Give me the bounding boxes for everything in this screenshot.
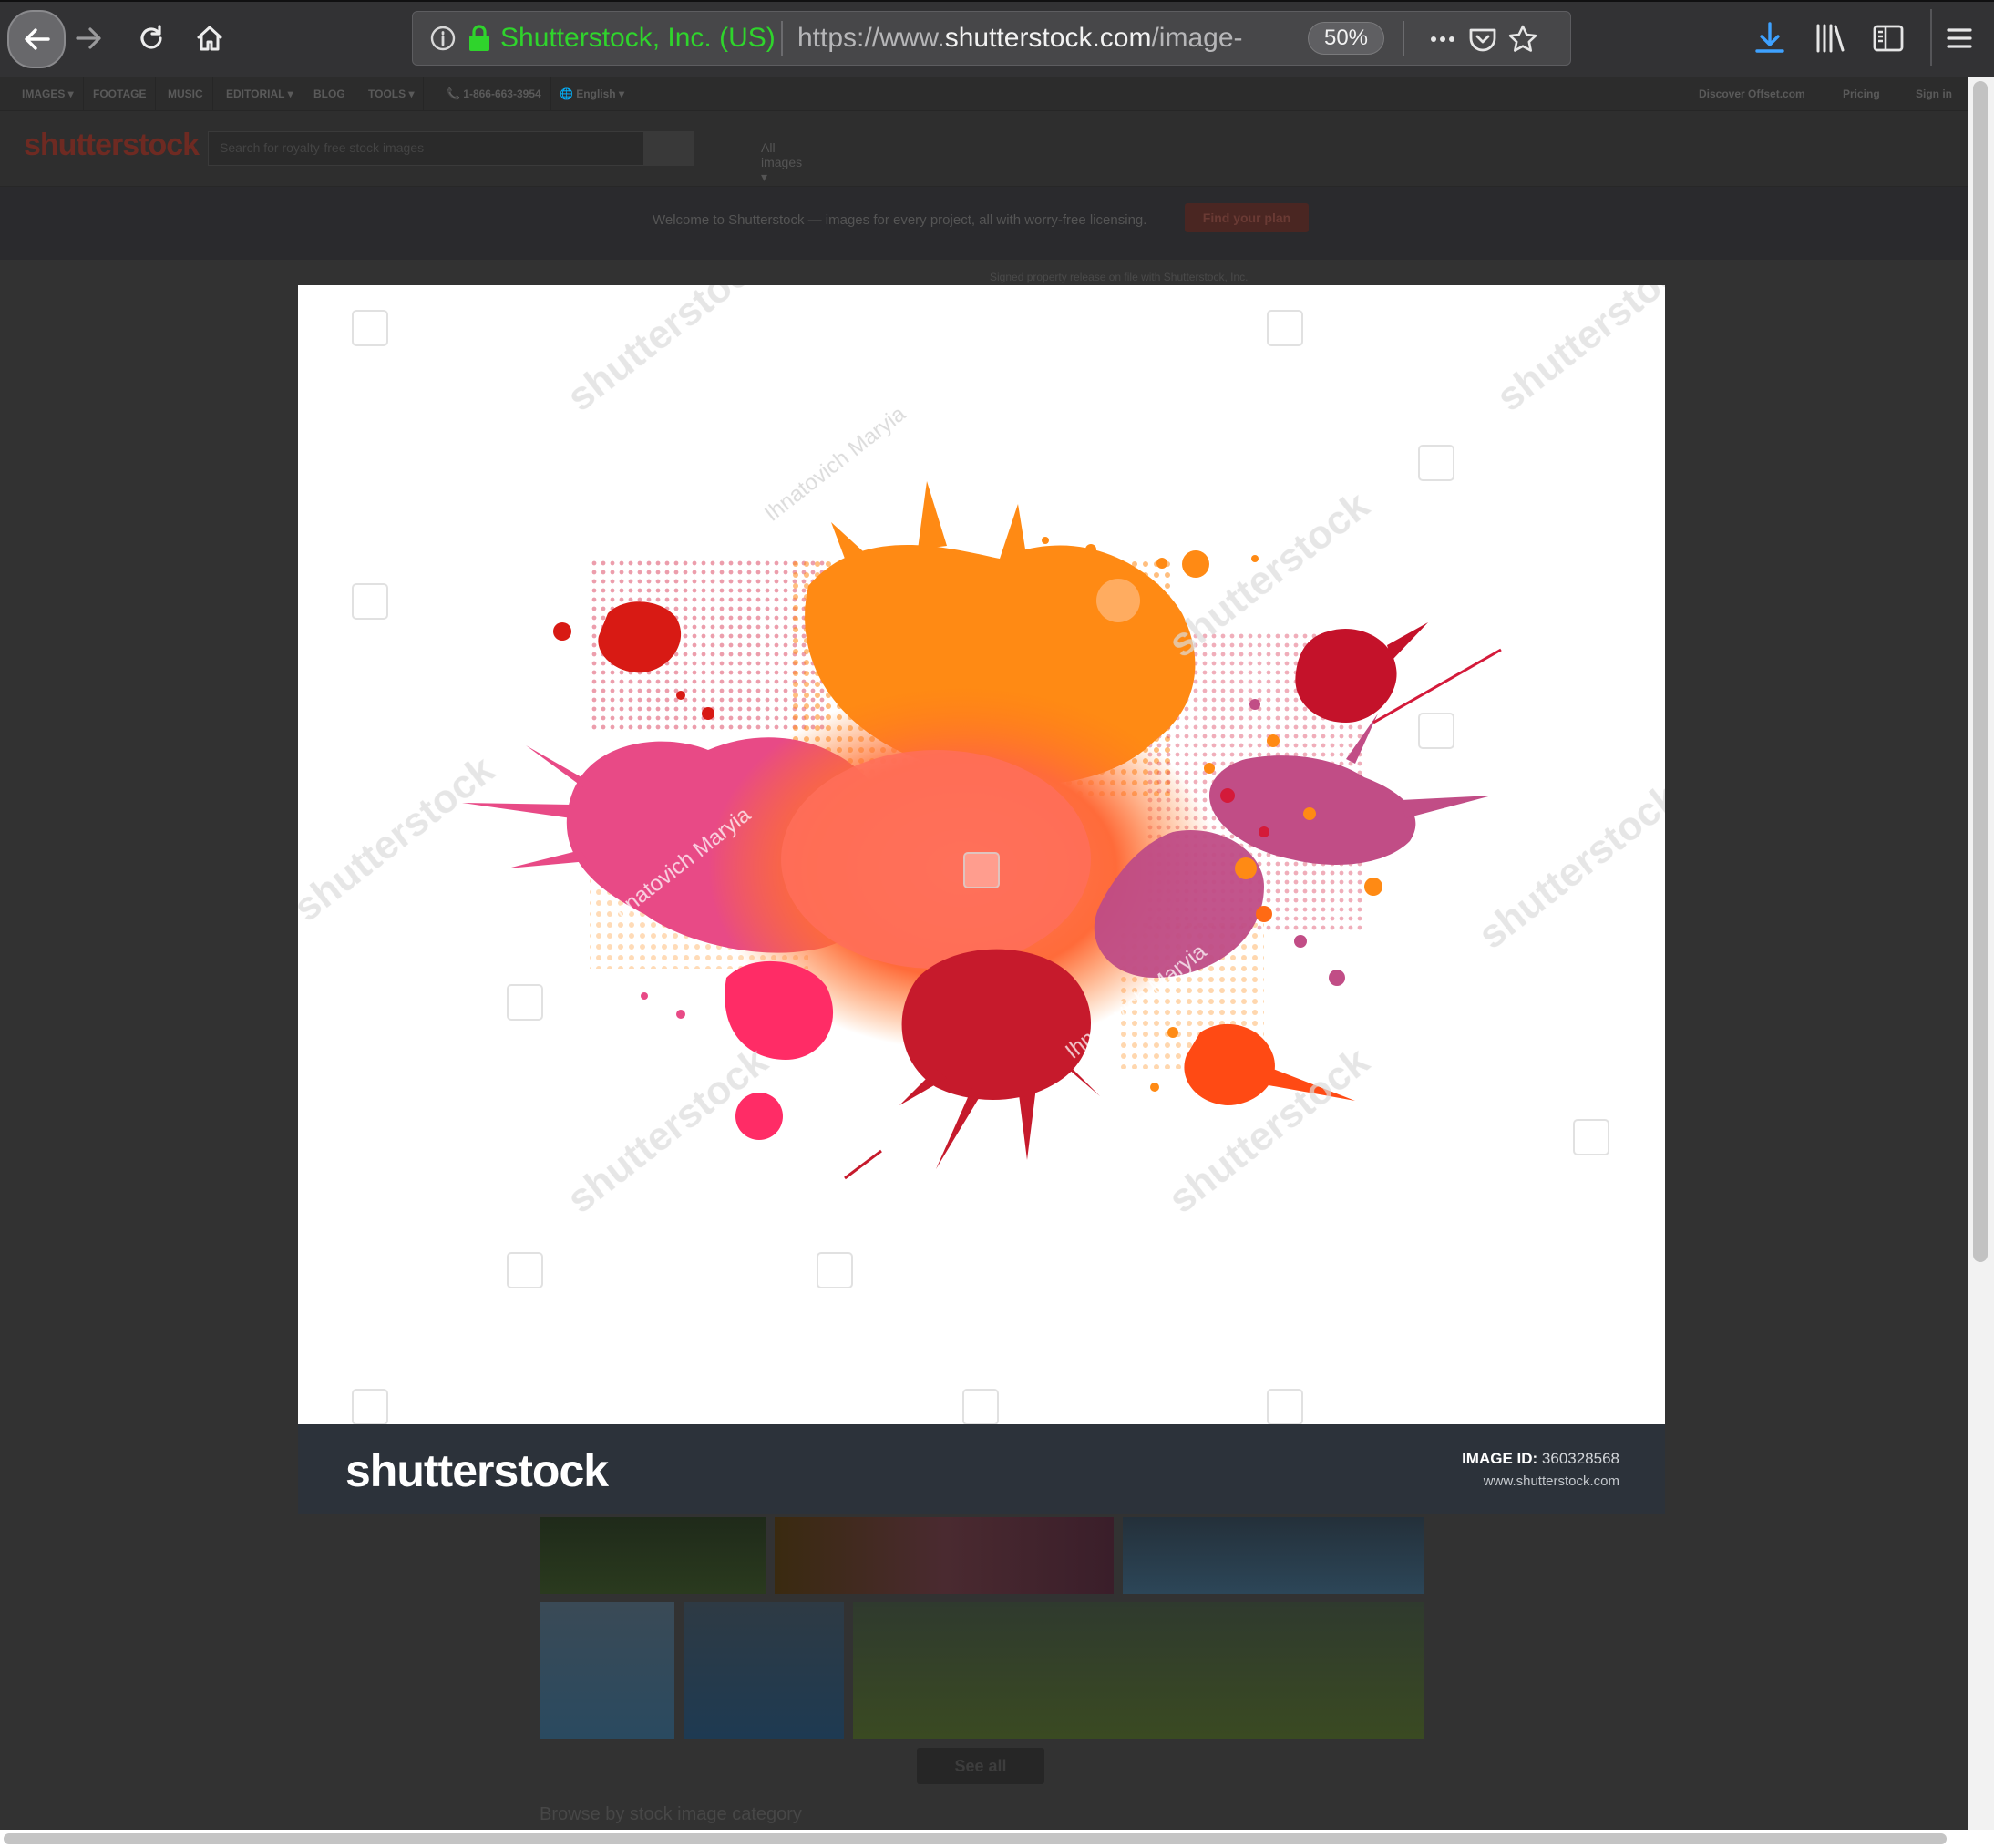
site-logo[interactable]: shutterstock bbox=[24, 128, 200, 163]
nav-tools[interactable]: TOOLS ▾ bbox=[359, 77, 425, 110]
forward-button[interactable] bbox=[64, 13, 115, 64]
search-category-select[interactable]: All images ▾ bbox=[761, 140, 802, 185]
nav-editorial[interactable]: EDITORIAL ▾ bbox=[217, 77, 303, 110]
nav-images[interactable]: IMAGES ▾ bbox=[13, 77, 84, 110]
site-header: shutterstock Search for royalty-free sto… bbox=[0, 111, 1968, 187]
url-separator bbox=[781, 21, 783, 56]
lock-icon[interactable] bbox=[468, 25, 491, 52]
welcome-banner: Welcome to Shutterstock — images for eve… bbox=[0, 187, 1968, 260]
paint-splash-artwork: shutterstock shutterstock shutterstock s… bbox=[298, 285, 1665, 1424]
nav-sign-in[interactable]: Sign in bbox=[1916, 77, 1952, 110]
release-note: Signed property release on file with Shu… bbox=[990, 271, 1249, 283]
bookmark-star-icon bbox=[1508, 25, 1537, 52]
downloads-button[interactable] bbox=[1752, 20, 1788, 56]
toolbar-separator bbox=[1930, 9, 1932, 66]
nav-offset[interactable]: Discover Offset.com bbox=[1699, 77, 1805, 110]
forward-arrow-icon bbox=[76, 27, 101, 49]
menu-button[interactable] bbox=[1941, 20, 1978, 56]
reload-button[interactable] bbox=[126, 13, 177, 64]
back-button[interactable] bbox=[7, 10, 66, 68]
image-id-value: 360328568 bbox=[1541, 1450, 1619, 1467]
image-id: IMAGE ID: 360328568 bbox=[1462, 1450, 1619, 1468]
thumbnail-image[interactable] bbox=[540, 1602, 674, 1739]
image-id-label: IMAGE ID: bbox=[1462, 1450, 1538, 1467]
url-bar[interactable]: Shutterstock, Inc. (US) https://www.shut… bbox=[412, 11, 1571, 66]
nav-blog[interactable]: BLOG bbox=[304, 77, 355, 110]
thumbnail-image[interactable] bbox=[853, 1602, 1424, 1739]
nav-language[interactable]: 🌐 English ▾ bbox=[550, 77, 633, 110]
nav-phone: 📞 1-866-663-3954 bbox=[437, 77, 551, 110]
search-input[interactable]: Search for royalty-free stock images All… bbox=[208, 131, 802, 184]
page-actions-button[interactable] bbox=[1426, 23, 1459, 56]
bookmark-button[interactable] bbox=[1506, 23, 1539, 56]
watermark-author: Ihnatovich Maryia bbox=[760, 401, 910, 526]
thumbnail-image[interactable] bbox=[540, 1517, 766, 1594]
footer-url: www.shutterstock.com bbox=[1483, 1473, 1619, 1489]
horizontal-scrollbar[interactable] bbox=[0, 1830, 1994, 1848]
url-separator bbox=[1403, 21, 1404, 56]
horizontal-scrollbar-thumb[interactable] bbox=[4, 1833, 1947, 1844]
info-icon[interactable] bbox=[429, 25, 457, 52]
preview-image[interactable]: shutterstock shutterstock shutterstock s… bbox=[298, 285, 1665, 1424]
nav-music[interactable]: MUSIC bbox=[159, 77, 213, 110]
nav-pricing[interactable]: Pricing bbox=[1843, 77, 1880, 110]
search-button[interactable] bbox=[643, 131, 694, 166]
thumbnail-image[interactable] bbox=[684, 1602, 844, 1739]
home-icon bbox=[197, 26, 222, 51]
search-placeholder: Search for royalty-free stock images bbox=[220, 140, 425, 155]
tab-strip-edge bbox=[0, 0, 1994, 2]
footer-logo: shutterstock bbox=[345, 1445, 609, 1496]
library-button[interactable] bbox=[1812, 20, 1848, 56]
home-button[interactable] bbox=[184, 13, 235, 64]
browse-category-heading: Browse by stock image category bbox=[540, 1804, 802, 1824]
library-icon bbox=[1816, 24, 1845, 53]
vertical-scrollbar-thumb[interactable] bbox=[1973, 81, 1988, 1262]
thumbnail-image[interactable] bbox=[1123, 1517, 1424, 1594]
pocket-icon bbox=[1469, 28, 1496, 52]
nav-footage[interactable]: FOOTAGE bbox=[84, 77, 157, 110]
preview-footer: shutterstock IMAGE ID: 360328568 www.shu… bbox=[298, 1424, 1665, 1514]
menu-icon bbox=[1947, 28, 1972, 48]
watermark-brand: shutterstock bbox=[1470, 774, 1665, 958]
browser-toolbar: Shutterstock, Inc. (US) https://www.shut… bbox=[0, 0, 1994, 77]
find-plan-button[interactable]: Find your plan bbox=[1185, 203, 1309, 232]
watermark-brand: shutterstock bbox=[1488, 285, 1665, 420]
zoom-level-badge[interactable]: 50% bbox=[1308, 22, 1384, 55]
site-identity[interactable]: Shutterstock, Inc. (US) bbox=[500, 23, 776, 54]
sidebar-icon bbox=[1873, 25, 1904, 52]
thumbnail-image[interactable] bbox=[775, 1517, 1114, 1594]
see-all-button[interactable]: See all bbox=[917, 1748, 1044, 1784]
sidebar-button[interactable] bbox=[1870, 20, 1907, 56]
pocket-button[interactable] bbox=[1466, 23, 1499, 56]
url-text[interactable]: https://www.shutterstock.com/image- bbox=[797, 23, 1271, 54]
vertical-scrollbar[interactable] bbox=[1968, 77, 1994, 1830]
watermark-brand: shutterstock bbox=[559, 285, 776, 420]
reload-icon bbox=[140, 25, 162, 49]
image-preview-lightbox: shutterstock shutterstock shutterstock s… bbox=[298, 285, 1665, 1514]
banner-text: Welcome to Shutterstock — images for eve… bbox=[653, 212, 1147, 228]
back-arrow-icon bbox=[25, 28, 50, 50]
watermark-brand: shutterstock bbox=[298, 746, 503, 930]
site-top-nav: IMAGES ▾ FOOTAGE MUSIC EDITORIAL ▾ BLOG … bbox=[0, 77, 1968, 111]
download-icon bbox=[1755, 22, 1784, 53]
page-actions-icon bbox=[1431, 36, 1454, 42]
